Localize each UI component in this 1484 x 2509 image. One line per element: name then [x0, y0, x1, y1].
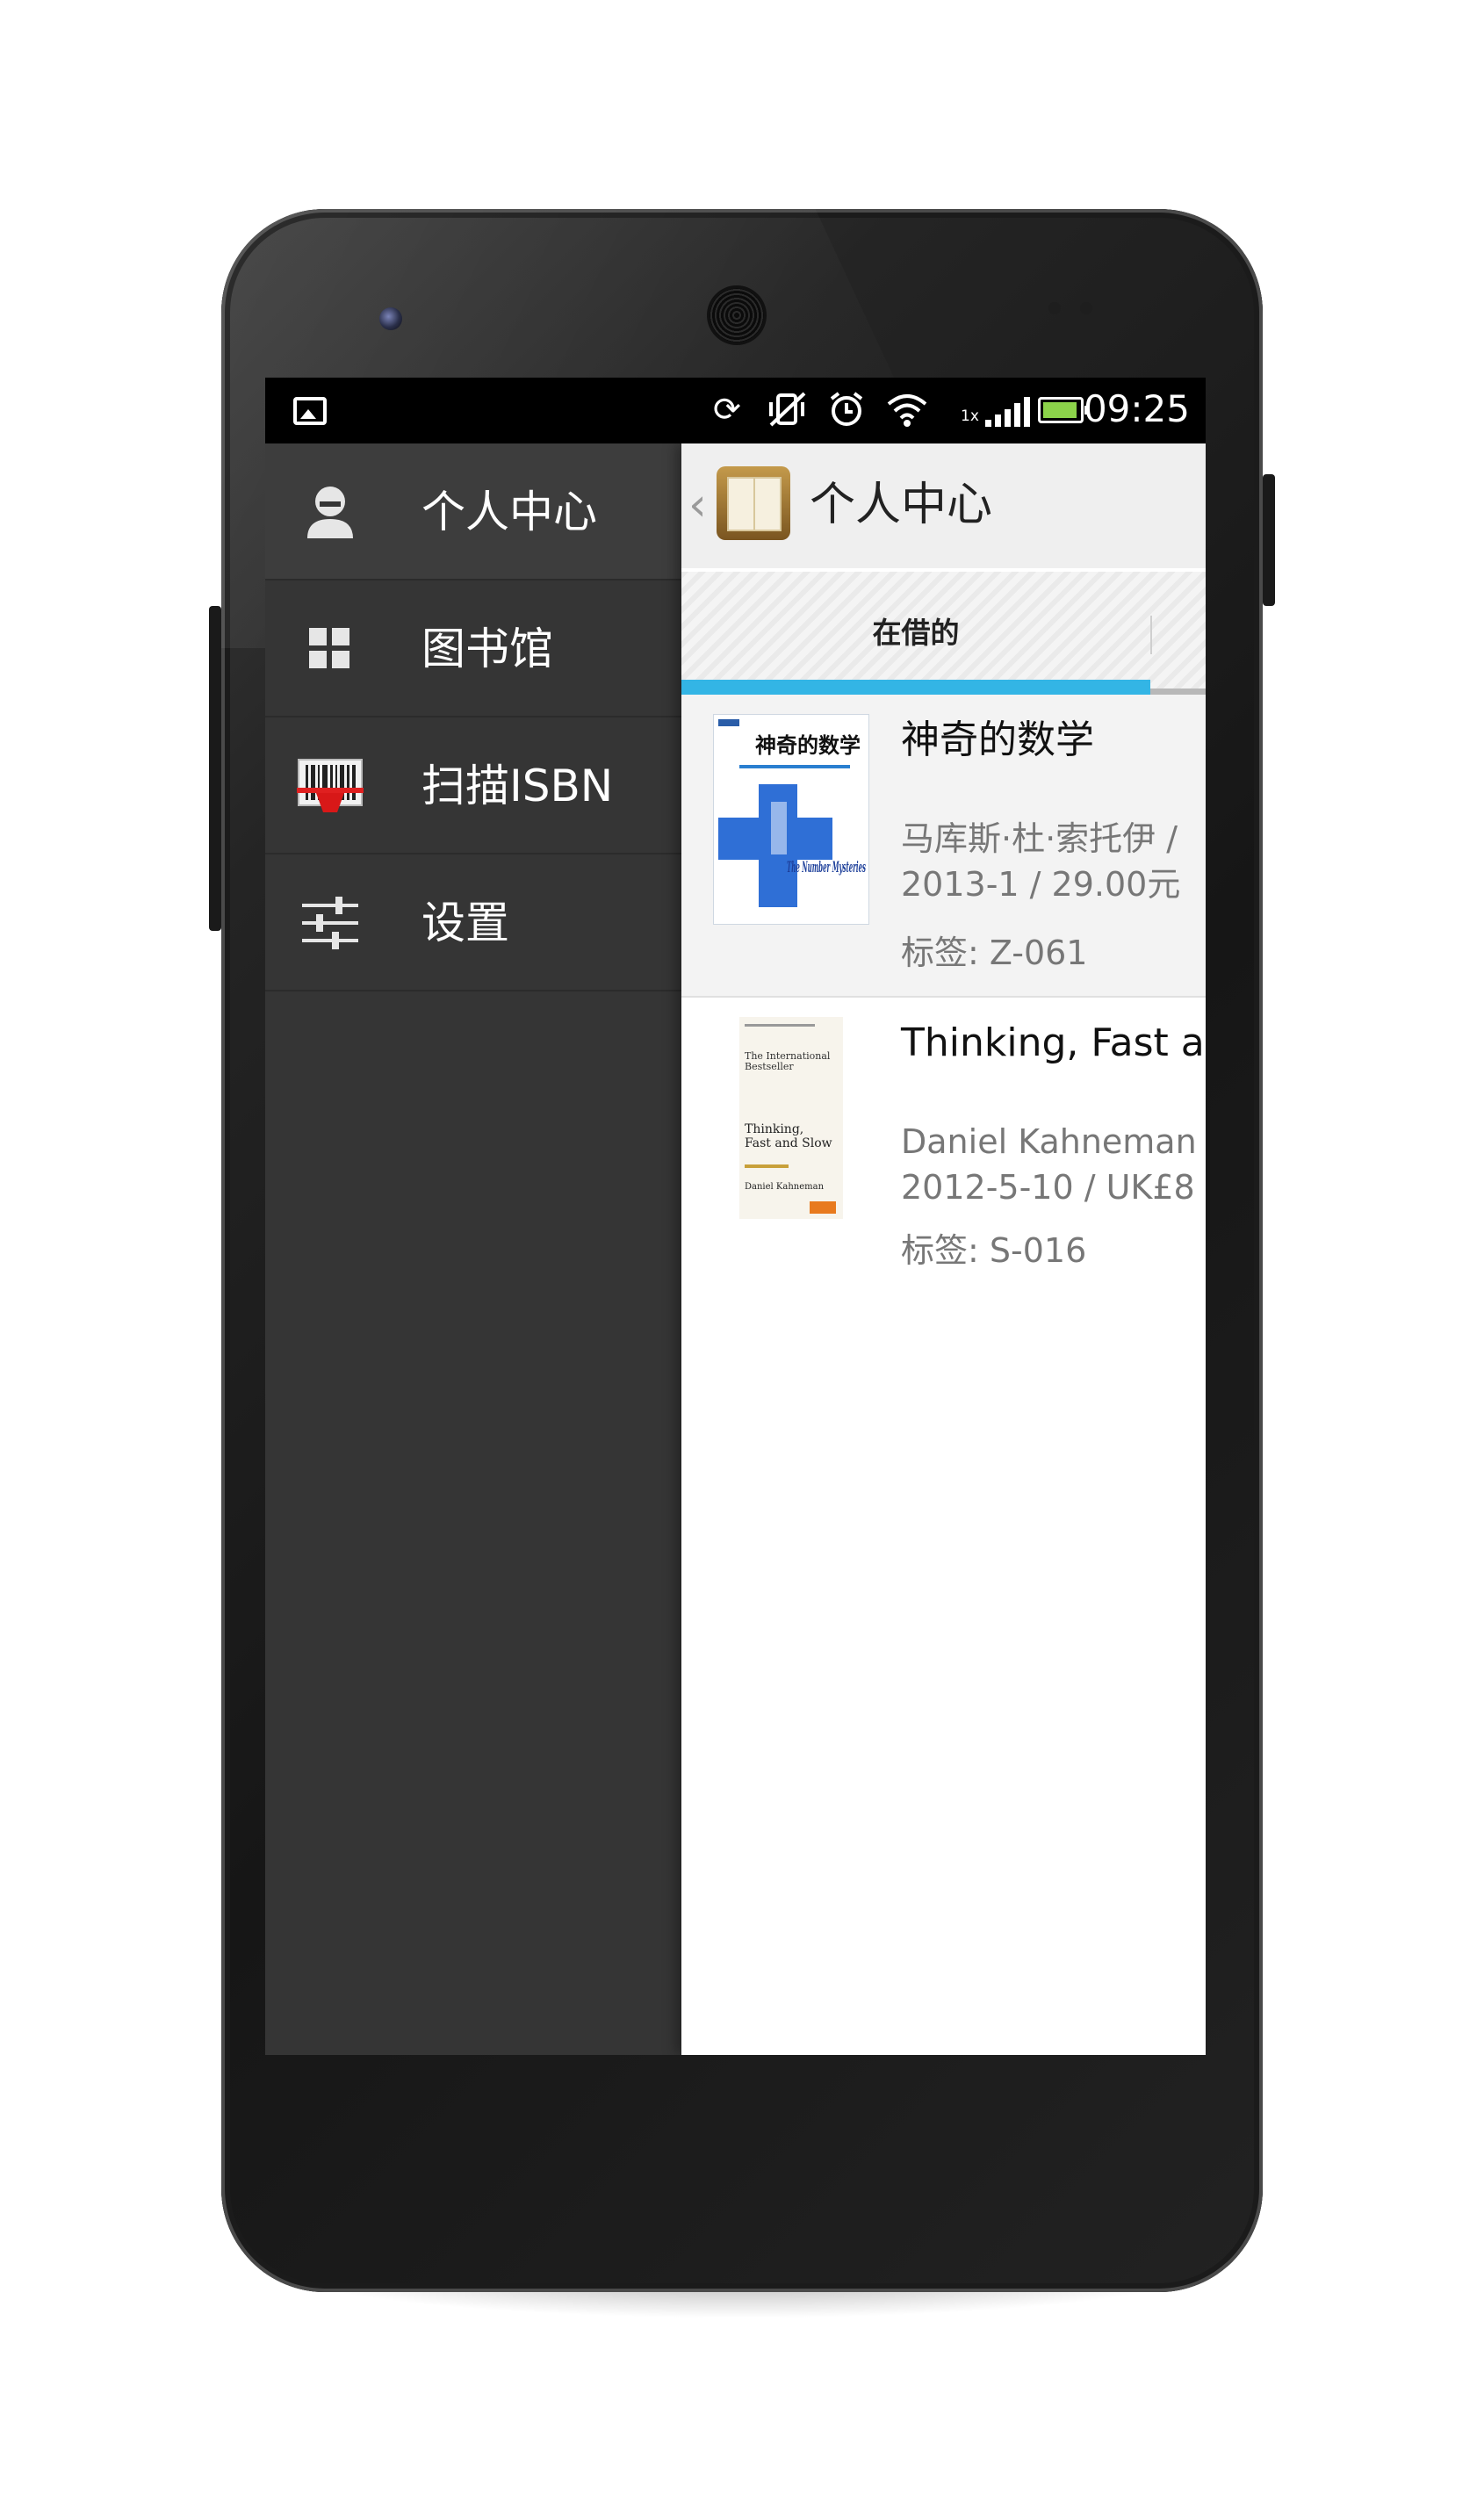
- book-meta: Daniel Kahneman / 2012-5-10 / UK£8: [901, 1119, 1206, 1210]
- book-author-line: 马库斯·杜·索托伊 /: [901, 819, 1178, 858]
- volume-key: [209, 606, 221, 931]
- drawer-label-profile: 个人中心: [421, 487, 597, 537]
- drawer-item-settings[interactable]: 设置: [265, 854, 681, 991]
- vibrate-off-icon: [767, 390, 808, 436]
- status-bar: ⟳ 1x 09:25: [265, 378, 1206, 443]
- drawer-label-settings: 设置: [421, 898, 509, 948]
- book-cover: The International Bestseller Thinking, F…: [739, 1017, 843, 1219]
- navigation-drawer: 个人中心 图书馆 扫描ISBN 设置: [265, 443, 681, 2055]
- picture-notification-icon: [293, 397, 327, 425]
- cover-line-4: Fast and Slow: [745, 1136, 832, 1150]
- status-time: 09:25: [1083, 387, 1190, 430]
- user-icon: [297, 480, 364, 544]
- book-list: 神奇的数学 The Number Mysteries 神奇的数学 马库斯·杜·索…: [681, 695, 1206, 1301]
- drawer-item-scan-isbn[interactable]: 扫描ISBN: [265, 717, 681, 854]
- back-chevron-icon[interactable]: ‹: [688, 480, 707, 530]
- proximity-sensor: [1048, 302, 1061, 314]
- book-meta: 马库斯·杜·索托伊 / 2013-1 / 29.00元: [901, 816, 1180, 907]
- page-title: 个人中心: [810, 479, 993, 531]
- list-item[interactable]: The International Bestseller Thinking, F…: [681, 998, 1206, 1301]
- cover-subtitle: The Number Mysteries: [787, 859, 866, 876]
- book-author-line: Daniel Kahneman /: [901, 1122, 1206, 1161]
- signal-icon: [985, 397, 1031, 427]
- tab-bar: 在借的: [681, 572, 1206, 695]
- alarm-icon: [827, 390, 866, 436]
- power-key: [1263, 474, 1275, 606]
- book-title: Thinking, Fast ar: [901, 1020, 1206, 1065]
- tab-divider: [1150, 616, 1152, 654]
- network-type-label: 1x: [961, 407, 979, 425]
- app-logo[interactable]: [717, 466, 790, 540]
- front-camera: [379, 307, 402, 330]
- cover-title: 神奇的数学: [755, 733, 861, 758]
- drawer-item-library[interactable]: 图书馆: [265, 580, 681, 717]
- drawer-label-library: 图书馆: [421, 624, 553, 674]
- book-cover: 神奇的数学 The Number Mysteries: [713, 714, 869, 925]
- book-title: 神奇的数学: [901, 717, 1094, 762]
- action-bar: ‹ 个人中心: [681, 443, 1206, 568]
- cover-line-5: Daniel Kahneman: [745, 1182, 825, 1192]
- main-content: ‹ 个人中心 在借的 神奇的数学 The Number Mysteries 神奇…: [681, 443, 1206, 2055]
- tab-indicator: [681, 680, 1150, 695]
- book-tag: 标签: Z-061: [901, 934, 1088, 972]
- sync-icon: ⟳: [713, 390, 741, 429]
- list-item[interactable]: 神奇的数学 The Number Mysteries 神奇的数学 马库斯·杜·索…: [681, 695, 1206, 998]
- sliders-icon: [297, 891, 364, 955]
- grid-icon: [297, 617, 364, 681]
- drawer-label-scan-isbn: 扫描ISBN: [421, 761, 614, 811]
- book-date-price-line: 2013-1 / 29.00元: [901, 865, 1181, 904]
- light-sensor: [1080, 302, 1092, 314]
- phone-screen: ⟳ 1x 09:25 个人中心 图书馆 扫描ISBN 设置 ‹ 个人中心 在借的…: [265, 378, 1206, 2055]
- book-tag: 标签: S-016: [901, 1231, 1087, 1270]
- cover-line-3: Thinking,: [745, 1122, 803, 1136]
- barcode-scan-icon: [297, 754, 364, 818]
- tab-track: [1150, 689, 1206, 695]
- earpiece-speaker: [710, 288, 764, 342]
- wifi-icon: [885, 390, 929, 436]
- drawer-item-profile[interactable]: 个人中心: [265, 443, 681, 580]
- battery-icon: [1038, 397, 1088, 423]
- book-date-price-line: 2012-5-10 / UK£8: [901, 1168, 1195, 1207]
- cover-line-2: Bestseller: [745, 1061, 794, 1072]
- tab-borrowed[interactable]: 在借的: [681, 614, 1150, 652]
